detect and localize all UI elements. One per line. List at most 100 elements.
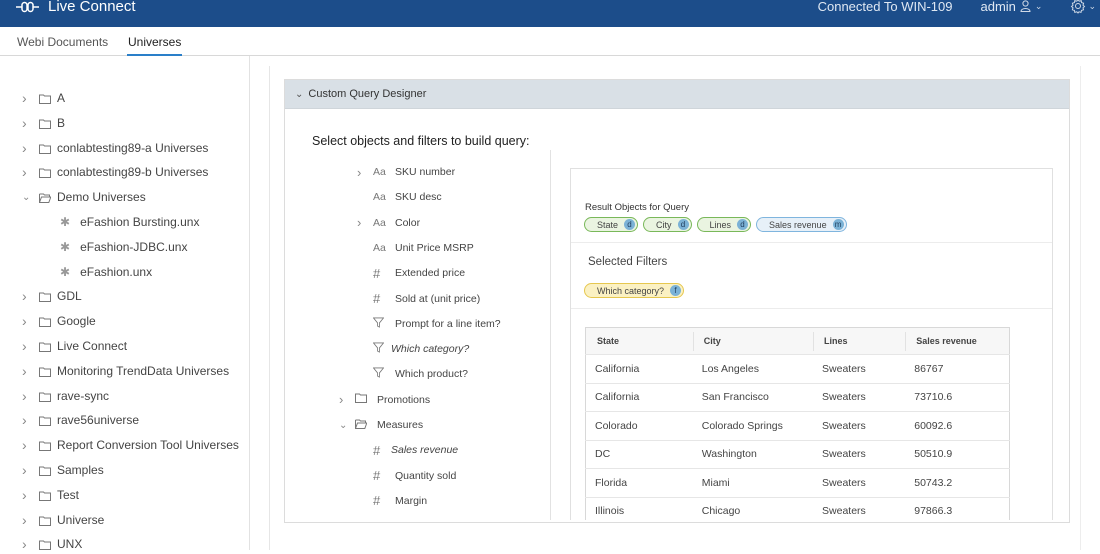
tree-folder[interactable]: › Report Conversion Tool Universes bbox=[22, 435, 239, 455]
chevron-right-icon[interactable]: › bbox=[22, 90, 34, 106]
tree-folder[interactable]: › GDL bbox=[22, 286, 82, 306]
chevron-right-icon[interactable]: › bbox=[339, 392, 349, 407]
tab-universes[interactable]: Universes bbox=[126, 35, 183, 56]
tree-folder[interactable]: ⌄ Demo Universes bbox=[22, 187, 146, 207]
settings-menu[interactable]: ⌄ bbox=[1070, 0, 1096, 14]
table-cell: Miami bbox=[692, 468, 814, 498]
chevron-down-icon[interactable]: ⌄ bbox=[22, 192, 34, 203]
folder-icon bbox=[39, 366, 51, 377]
object-item[interactable]: # Quantity sold bbox=[357, 466, 547, 486]
tree-universe[interactable]: ✱ eFashion.unx bbox=[60, 262, 152, 282]
object-item[interactable]: Which category? bbox=[357, 339, 547, 359]
column-header[interactable]: City bbox=[692, 327, 814, 355]
object-item[interactable]: › Aa SKU number bbox=[357, 162, 547, 182]
table-cell: 60092.6 bbox=[905, 411, 1010, 441]
filter-icon bbox=[372, 317, 385, 331]
tree-universe[interactable]: ✱ eFashion Bursting.unx bbox=[60, 212, 199, 232]
tree-folder[interactable]: › Samples bbox=[22, 460, 104, 480]
object-label: Color bbox=[395, 216, 421, 229]
object-label: Unit Price MSRP bbox=[395, 241, 474, 254]
table-row[interactable]: Colorado Colorado Springs Sweaters 60092.6 bbox=[585, 411, 1010, 441]
chevron-right-icon[interactable]: › bbox=[22, 288, 34, 304]
chevron-right-icon[interactable]: › bbox=[22, 140, 34, 156]
chevron-right-icon[interactable]: › bbox=[357, 165, 367, 180]
tab-webi-documents[interactable]: Webi Documents bbox=[17, 35, 108, 49]
folder-icon bbox=[39, 341, 51, 352]
results-panel: Result Objects for Query State d City d Line… bbox=[570, 168, 1053, 520]
chevron-right-icon[interactable]: › bbox=[22, 437, 34, 453]
page-scrollbar[interactable] bbox=[1080, 66, 1081, 550]
object-item[interactable]: Which product? bbox=[357, 364, 547, 384]
object-item[interactable]: Prompt for a line item? bbox=[357, 314, 547, 334]
tree-folder[interactable]: › Universe bbox=[22, 510, 104, 530]
object-item[interactable]: # Sold at (unit price) bbox=[357, 289, 547, 309]
tree-folder[interactable]: › Monitoring TrendData Universes bbox=[22, 361, 229, 381]
divider bbox=[571, 308, 1052, 309]
table-row[interactable]: Illinois Chicago Sweaters 97866.3 bbox=[585, 497, 1010, 520]
tree-folder[interactable]: › A bbox=[22, 88, 65, 108]
object-folder[interactable]: ⌄ Measures bbox=[339, 415, 529, 435]
folder-icon bbox=[39, 490, 51, 501]
measure-icon: # bbox=[373, 265, 381, 281]
chevron-right-icon[interactable]: › bbox=[22, 338, 34, 354]
measure-icon: # bbox=[373, 493, 381, 509]
object-item[interactable]: # Margin bbox=[357, 491, 547, 511]
object-item[interactable]: # Extended price bbox=[357, 263, 547, 283]
tree-folder[interactable]: › B bbox=[22, 113, 65, 133]
tree-folder[interactable]: › rave56universe bbox=[22, 410, 139, 430]
table-cell: San Francisco bbox=[692, 383, 814, 412]
custom-query-designer-header[interactable]: ⌄ Custom Query Designer bbox=[285, 80, 1069, 109]
chevron-right-icon[interactable]: › bbox=[22, 462, 34, 478]
tree-folder[interactable]: › conlabtesting89-a Universes bbox=[22, 138, 208, 158]
filter-pill[interactable]: Which category? f bbox=[584, 283, 685, 298]
tree-folder[interactable]: › rave-sync bbox=[22, 386, 109, 406]
query-instruction: Select objects and filters to build quer… bbox=[312, 134, 530, 148]
chevron-right-icon[interactable]: › bbox=[22, 313, 34, 329]
chevron-right-icon[interactable]: › bbox=[22, 412, 34, 428]
chevron-down-icon[interactable]: ⌄ bbox=[339, 420, 349, 431]
chevron-right-icon[interactable]: › bbox=[22, 388, 34, 404]
tree-folder[interactable]: › conlabtesting89-b Universes bbox=[22, 162, 208, 182]
query-object-pill[interactable]: State d bbox=[584, 217, 639, 232]
object-item[interactable]: Aa SKU desc bbox=[357, 187, 547, 207]
tree-folder[interactable]: › Test bbox=[22, 485, 79, 505]
table-cell: California bbox=[585, 354, 693, 384]
folder-icon bbox=[39, 118, 51, 129]
user-menu[interactable]: admin ⌄ bbox=[980, 0, 1042, 14]
object-item[interactable]: › Aa Color bbox=[357, 213, 547, 233]
object-folder[interactable]: › Promotions bbox=[339, 390, 529, 410]
table-row[interactable]: DC Washington Sweaters 50510.9 bbox=[585, 440, 1010, 469]
table-cell: Chicago bbox=[692, 497, 814, 520]
chevron-right-icon[interactable]: › bbox=[22, 115, 34, 131]
chevron-down-icon: ⌄ bbox=[1088, 0, 1096, 11]
object-item[interactable]: Aa Unit Price MSRP bbox=[357, 238, 547, 258]
tree-folder[interactable]: › Google bbox=[22, 311, 96, 331]
chevron-right-icon[interactable]: › bbox=[22, 363, 34, 379]
query-object-pill[interactable]: Lines d bbox=[696, 217, 752, 232]
tree-folder[interactable]: › UNX bbox=[22, 534, 82, 554]
folder-open-icon bbox=[354, 419, 368, 432]
table-cell: Washington bbox=[692, 440, 814, 469]
app-header: Live Connect Connected To WIN-109 admin … bbox=[0, 0, 1100, 27]
object-label: Quantity sold bbox=[395, 469, 457, 482]
column-header[interactable]: Lines bbox=[813, 327, 906, 355]
table-cell: Florida bbox=[585, 468, 693, 498]
tree-universe[interactable]: ✱ eFashion-JDBC.unx bbox=[60, 237, 187, 257]
section-title: Custom Query Designer bbox=[308, 88, 427, 100]
query-object-pill[interactable]: City d bbox=[643, 217, 692, 232]
pill-type-badge: f bbox=[670, 285, 682, 296]
column-header[interactable]: State bbox=[585, 327, 693, 355]
chevron-right-icon[interactable]: › bbox=[357, 215, 367, 230]
measure-icon: # bbox=[373, 468, 381, 484]
table-row[interactable]: California Los Angeles Sweaters 86767 bbox=[585, 354, 1010, 384]
chevron-right-icon[interactable]: › bbox=[22, 164, 34, 180]
column-header[interactable]: Sales revenue bbox=[905, 327, 1010, 355]
tree-folder[interactable]: › Live Connect bbox=[22, 336, 127, 356]
table-cell: Sweaters bbox=[813, 354, 906, 384]
object-item[interactable]: # Sales revenue bbox=[357, 440, 547, 460]
query-object-pill[interactable]: Sales revenue m bbox=[756, 217, 847, 232]
chevron-right-icon[interactable]: › bbox=[22, 512, 34, 528]
chevron-right-icon[interactable]: › bbox=[22, 487, 34, 503]
table-row[interactable]: California San Francisco Sweaters 73710.6 bbox=[585, 383, 1010, 412]
table-row[interactable]: Florida Miami Sweaters 50743.2 bbox=[585, 468, 1010, 498]
